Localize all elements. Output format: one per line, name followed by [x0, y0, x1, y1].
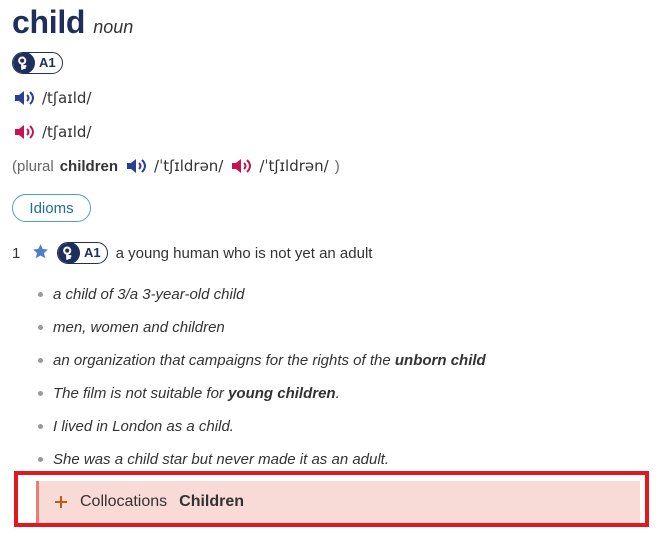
example-item: a child of 3/a 3-year-old child [38, 278, 618, 311]
example-prefix: an organization that campaigns for the r… [53, 352, 395, 369]
bullet [38, 424, 43, 429]
sense-number: 1 [12, 244, 21, 262]
example-text: men, women and children [53, 319, 225, 336]
headword: child [12, 4, 86, 40]
example-text: The film is not suitable for young child… [53, 385, 340, 402]
part-of-speech: noun [93, 17, 134, 37]
example-item: The film is not suitable for young child… [38, 377, 618, 410]
example-item: men, women and children [38, 311, 618, 344]
example-item: an organization that campaigns for the r… [38, 344, 618, 377]
plural-row: (plural children /ˈtʃɪldrən/ /ˈtʃɪldrən/… [12, 155, 340, 177]
sense-definition: a young human who is not yet an adult [115, 244, 373, 262]
speaker-icon[interactable] [12, 87, 36, 109]
pronunciation-text-us: /tʃaɪld/ [42, 123, 92, 141]
pronunciation-us: /tʃaɪld/ [12, 121, 91, 143]
example-text: I lived in London as a child. [53, 418, 234, 435]
bullet [38, 391, 43, 396]
speaker-icon[interactable] [124, 155, 148, 177]
sense-row: 1 A1 a young human who is not yet an adu… [12, 242, 372, 264]
collocations-title: Children [179, 493, 245, 510]
level-label: A1 [39, 55, 56, 70]
idioms-button[interactable]: Idioms [12, 194, 91, 222]
plural-pronunciation-us: /ˈtʃɪldrən/ [259, 157, 329, 175]
plural-close-paren: ) [334, 157, 340, 175]
example-suffix: . [335, 385, 340, 402]
example-prefix: The film is not suitable for [53, 385, 229, 402]
star-icon [32, 243, 49, 264]
example-text: a child of 3/a 3-year-old child [53, 286, 245, 303]
sense-level-label: A1 [84, 245, 101, 260]
collocations-label: Collocations [80, 493, 168, 510]
plus-icon [54, 495, 68, 509]
key-icon [13, 53, 35, 73]
example-collocation: unborn child [394, 352, 486, 369]
headword-row: child noun [12, 4, 133, 41]
bullet [38, 325, 43, 330]
plural-open-paren: (plural [12, 157, 54, 175]
bullet [38, 292, 43, 297]
key-icon [58, 243, 80, 263]
example-text: She was a child star but never made it a… [53, 451, 390, 468]
speaker-icon[interactable] [229, 155, 253, 177]
sense-level-badge[interactable]: A1 [57, 242, 108, 264]
bullet [38, 358, 43, 363]
speaker-icon[interactable] [12, 121, 36, 143]
pronunciation-text-uk: /tʃaɪld/ [42, 89, 92, 107]
example-item: I lived in London as a child. [38, 410, 618, 443]
plural-pronunciation-uk: /ˈtʃɪldrən/ [154, 157, 224, 175]
example-collocation: young children [228, 385, 336, 402]
collocations-toggle[interactable]: Collocations Children [36, 481, 640, 523]
bullet [38, 457, 43, 462]
level-badge[interactable]: A1 [12, 52, 63, 74]
plural-word: children [59, 157, 119, 175]
examples-list: a child of 3/a 3-year-old child men, wom… [38, 278, 618, 476]
example-text: an organization that campaigns for the r… [53, 352, 486, 369]
pronunciation-uk: /tʃaɪld/ [12, 87, 91, 109]
